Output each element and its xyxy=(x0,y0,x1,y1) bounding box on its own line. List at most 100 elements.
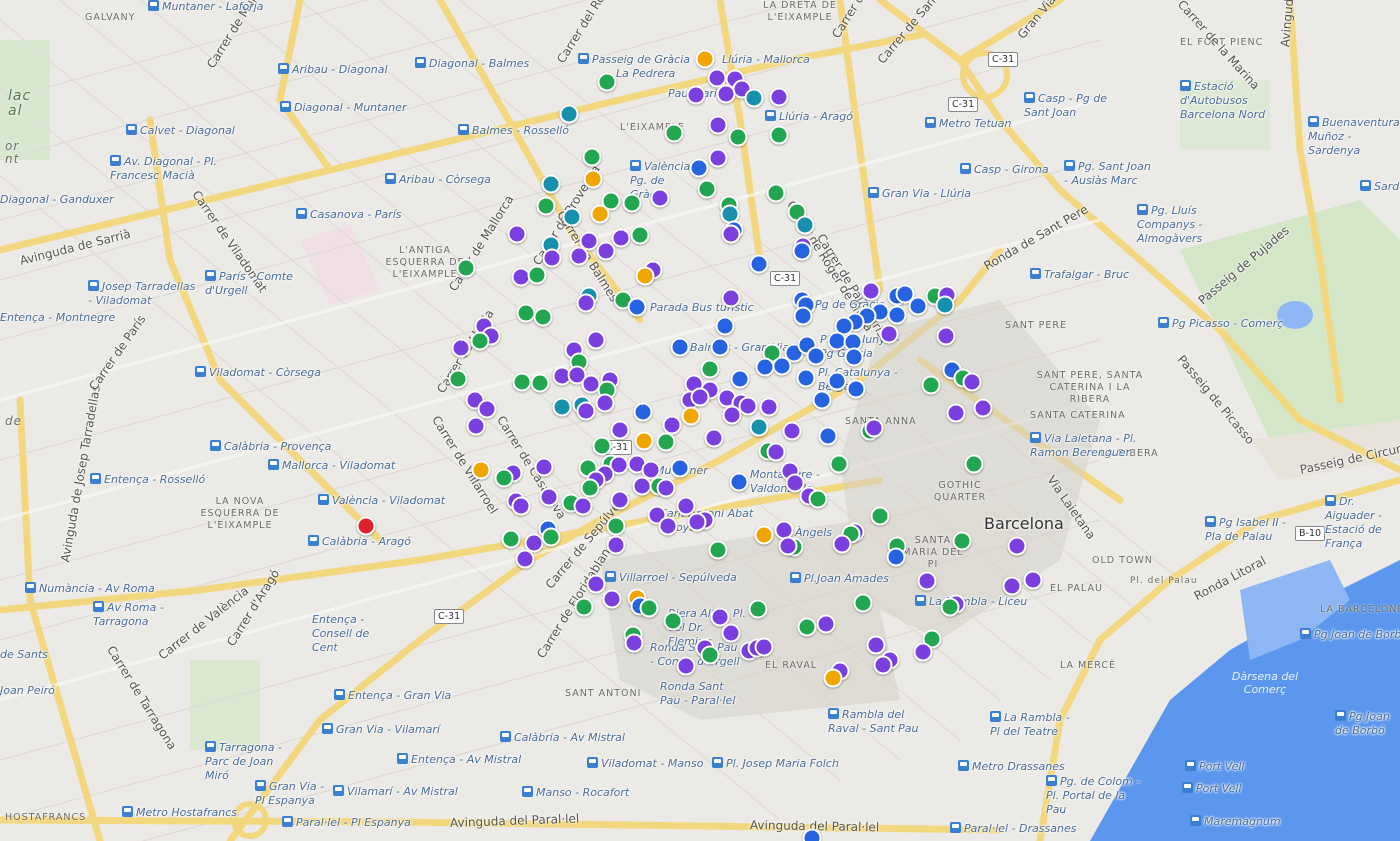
station-marker-orange[interactable] xyxy=(634,431,654,451)
station-marker-blue[interactable] xyxy=(710,337,730,357)
station-marker-purple[interactable] xyxy=(973,398,993,418)
station-marker-purple[interactable] xyxy=(466,416,486,436)
station-marker-purple[interactable] xyxy=(759,397,779,417)
station-marker-purple[interactable] xyxy=(539,487,559,507)
stop-label[interactable]: Llúria - Mallorca xyxy=(722,53,810,66)
station-marker-purple[interactable] xyxy=(534,457,554,477)
station-marker-green[interactable] xyxy=(697,179,717,199)
station-marker-purple[interactable] xyxy=(451,338,471,358)
station-marker-blue[interactable] xyxy=(796,368,816,388)
station-marker-purple[interactable] xyxy=(946,403,966,423)
station-marker-green[interactable] xyxy=(580,478,600,498)
stop-label[interactable]: Entença - Montnegre xyxy=(0,311,115,324)
stop-label[interactable]: Passeig de Gràcia xyxy=(578,53,690,66)
station-marker-green[interactable] xyxy=(853,593,873,613)
stop-label[interactable]: Pl.Joan Amades xyxy=(790,572,889,585)
station-marker-blue[interactable] xyxy=(715,316,735,336)
station-marker-green[interactable] xyxy=(516,303,536,323)
stop-label[interactable]: Maremagnum xyxy=(1190,815,1281,828)
station-marker-purple[interactable] xyxy=(624,633,644,653)
stop-label[interactable]: Llúria - Aragó xyxy=(765,110,853,123)
station-marker-green[interactable] xyxy=(448,369,468,389)
station-marker-green[interactable] xyxy=(921,375,941,395)
stop-label[interactable]: Casp - Girona xyxy=(960,163,1049,176)
map-canvas[interactable]: GALVANY LA DRETA DE L'EIXAMPLE EL FORT P… xyxy=(0,0,1400,841)
station-marker-blue[interactable] xyxy=(886,547,906,567)
station-marker-green[interactable] xyxy=(470,331,490,351)
station-marker-blue[interactable] xyxy=(772,356,792,376)
stop-label[interactable]: Metro Tetuan xyxy=(925,117,1011,130)
station-marker-purple[interactable] xyxy=(721,623,741,643)
station-marker-purple[interactable] xyxy=(879,324,899,344)
stop-label[interactable]: Paral·lel - Pl Espanya xyxy=(282,816,411,829)
stop-label[interactable]: Av Roma - Tarragona xyxy=(93,601,183,629)
station-marker-teal[interactable] xyxy=(541,174,561,194)
station-marker-green[interactable] xyxy=(656,432,676,452)
station-marker-blue[interactable] xyxy=(627,297,647,317)
station-marker-purple[interactable] xyxy=(1023,570,1043,590)
station-marker-green[interactable] xyxy=(512,372,532,392)
station-marker-green[interactable] xyxy=(574,597,594,617)
station-marker-purple[interactable] xyxy=(690,387,710,407)
stop-label[interactable]: Aribau - Còrsega xyxy=(385,173,491,186)
station-marker-purple[interactable] xyxy=(861,281,881,301)
station-marker-purple[interactable] xyxy=(687,512,707,532)
station-marker-green[interactable] xyxy=(748,599,768,619)
stop-label[interactable]: de Sants xyxy=(0,648,48,661)
stop-label[interactable]: Viladomat - Manso xyxy=(587,757,704,770)
station-marker-green[interactable] xyxy=(766,183,786,203)
stop-label[interactable]: Trafalgar - Bruc xyxy=(1030,268,1129,281)
station-marker-green[interactable] xyxy=(797,617,817,637)
station-marker-purple[interactable] xyxy=(596,241,616,261)
stop-label[interactable]: Diagonal - Muntaner xyxy=(280,101,406,114)
stop-label[interactable]: Pg Isabel II - Pla de Palau xyxy=(1205,516,1295,544)
station-marker-green[interactable] xyxy=(494,468,514,488)
stop-label[interactable]: Sardenya xyxy=(1360,180,1400,193)
station-marker-blue[interactable] xyxy=(755,357,775,377)
stop-label[interactable]: Gran Via - Vilamarí xyxy=(322,723,440,736)
station-marker-purple[interactable] xyxy=(962,372,982,392)
station-marker-teal[interactable] xyxy=(552,397,572,417)
station-marker-orange[interactable] xyxy=(635,266,655,286)
station-marker-green[interactable] xyxy=(940,597,960,617)
station-marker-blue[interactable] xyxy=(802,828,822,841)
stop-label[interactable]: Joan Peiró xyxy=(0,684,55,697)
station-marker-teal[interactable] xyxy=(562,207,582,227)
station-marker-purple[interactable] xyxy=(864,418,884,438)
stop-label[interactable]: Pg Joan de Borbó xyxy=(1300,628,1400,641)
stop-label[interactable]: Pg. de Colom - Pl. Portal de la Pau xyxy=(1046,775,1146,817)
station-marker-purple[interactable] xyxy=(656,478,676,498)
station-marker-green[interactable] xyxy=(728,127,748,147)
station-marker-green[interactable] xyxy=(630,225,650,245)
station-marker-blue[interactable] xyxy=(792,241,812,261)
stop-label[interactable]: Diagonal - Balmes xyxy=(415,57,529,70)
station-marker-purple[interactable] xyxy=(569,246,589,266)
station-marker-purple[interactable] xyxy=(708,115,728,135)
stop-label[interactable]: París - Comte d'Urgell xyxy=(205,270,305,298)
stop-label[interactable]: Estació d'Autobusos Barcelona Nord xyxy=(1180,80,1300,122)
stop-label[interactable]: Calàbria - Av Mistral xyxy=(500,731,625,744)
station-marker-purple[interactable] xyxy=(576,401,596,421)
station-marker-purple[interactable] xyxy=(576,293,596,313)
station-marker-green[interactable] xyxy=(533,307,553,327)
stop-label[interactable]: Numància - Av Roma xyxy=(25,582,155,595)
stop-label[interactable]: Pg. Sant Joan - Ausiàs Marc xyxy=(1064,160,1154,188)
stop-label[interactable]: Pg. Lluís Companys - Almogàvers xyxy=(1137,204,1257,246)
station-marker-green[interactable] xyxy=(664,123,684,143)
station-marker-green[interactable] xyxy=(829,454,849,474)
station-marker-purple[interactable] xyxy=(515,549,535,569)
station-marker-blue[interactable] xyxy=(670,458,690,478)
station-marker-green[interactable] xyxy=(769,125,789,145)
station-marker-green[interactable] xyxy=(663,611,683,631)
stop-label[interactable]: Viladomat - Còrsega xyxy=(195,366,321,379)
station-marker-green[interactable] xyxy=(870,506,890,526)
stop-label[interactable]: Calvet - Diagonal xyxy=(126,124,235,137)
stop-label[interactable]: Tarragona - Parc de Joan Miró xyxy=(205,741,295,783)
station-marker-purple[interactable] xyxy=(766,442,786,462)
station-marker-purple[interactable] xyxy=(832,534,852,554)
stop-label[interactable]: Gran Via - Pl Espanya xyxy=(255,780,330,808)
station-marker-green[interactable] xyxy=(597,72,617,92)
station-marker-purple[interactable] xyxy=(573,496,593,516)
station-marker-purple[interactable] xyxy=(606,535,626,555)
station-marker-blue[interactable] xyxy=(844,347,864,367)
